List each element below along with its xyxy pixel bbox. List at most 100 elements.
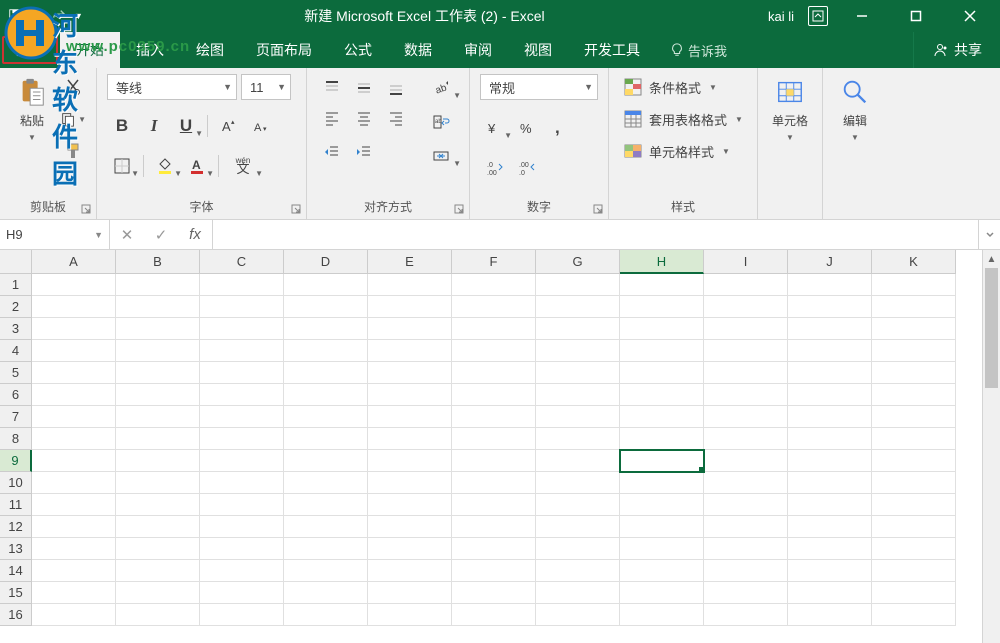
cell-I11[interactable] — [704, 494, 788, 516]
cell-C1[interactable] — [200, 274, 284, 296]
cell-C13[interactable] — [200, 538, 284, 560]
cell-F9[interactable] — [452, 450, 536, 472]
cell-G13[interactable] — [536, 538, 620, 560]
cell-H1[interactable] — [620, 274, 704, 296]
tab-review[interactable]: 审阅 — [448, 32, 508, 68]
cell-D2[interactable] — [284, 296, 368, 318]
cell-G4[interactable] — [536, 340, 620, 362]
cell-H7[interactable] — [620, 406, 704, 428]
cell-G5[interactable] — [536, 362, 620, 384]
cell-D9[interactable] — [284, 450, 368, 472]
cell-F2[interactable] — [452, 296, 536, 318]
dialog-launcher-icon[interactable] — [592, 203, 604, 215]
tab-home[interactable]: 开始 — [60, 32, 120, 68]
cell-A3[interactable] — [32, 318, 116, 340]
cell-F11[interactable] — [452, 494, 536, 516]
cell-K2[interactable] — [872, 296, 956, 318]
row-header-15[interactable]: 15 — [0, 582, 32, 604]
save-icon[interactable] — [8, 8, 22, 25]
cell-A15[interactable] — [32, 582, 116, 604]
row-header-6[interactable]: 6 — [0, 384, 32, 406]
undo-icon[interactable] — [30, 8, 44, 25]
cell-F14[interactable] — [452, 560, 536, 582]
cell-K6[interactable] — [872, 384, 956, 406]
cell-J11[interactable] — [788, 494, 872, 516]
maximize-button[interactable] — [896, 0, 936, 32]
cell-K5[interactable] — [872, 362, 956, 384]
cell-A10[interactable] — [32, 472, 116, 494]
cell-K10[interactable] — [872, 472, 956, 494]
cell-E2[interactable] — [368, 296, 452, 318]
cell-H11[interactable] — [620, 494, 704, 516]
cell-H14[interactable] — [620, 560, 704, 582]
cell-E1[interactable] — [368, 274, 452, 296]
cell-E14[interactable] — [368, 560, 452, 582]
paste-button[interactable]: 粘贴 ▼ — [10, 74, 54, 144]
cell-J12[interactable] — [788, 516, 872, 538]
decrease-font-button[interactable]: A▾ — [246, 112, 276, 140]
cell-C6[interactable] — [200, 384, 284, 406]
cell-D15[interactable] — [284, 582, 368, 604]
cell-E10[interactable] — [368, 472, 452, 494]
cell-A1[interactable] — [32, 274, 116, 296]
cell-J8[interactable] — [788, 428, 872, 450]
cell-J6[interactable] — [788, 384, 872, 406]
cell-E9[interactable] — [368, 450, 452, 472]
row-header-8[interactable]: 8 — [0, 428, 32, 450]
cell-G16[interactable] — [536, 604, 620, 626]
qat-dropdown-icon[interactable]: ▼ — [74, 11, 83, 21]
cell-K1[interactable] — [872, 274, 956, 296]
increase-indent-button[interactable] — [349, 138, 379, 166]
decrease-indent-button[interactable] — [317, 138, 347, 166]
tab-page-layout[interactable]: 页面布局 — [240, 32, 328, 68]
row-header-10[interactable]: 10 — [0, 472, 32, 494]
cell-C8[interactable] — [200, 428, 284, 450]
cell-H2[interactable] — [620, 296, 704, 318]
cell-D10[interactable] — [284, 472, 368, 494]
cell-B8[interactable] — [116, 428, 200, 450]
column-header-I[interactable]: I — [704, 250, 788, 274]
tab-devtools[interactable]: 开发工具 — [568, 32, 656, 68]
cell-A13[interactable] — [32, 538, 116, 560]
format-table-button[interactable]: 套用表格格式 ▼ — [619, 106, 747, 132]
cell-D6[interactable] — [284, 384, 368, 406]
cell-F6[interactable] — [452, 384, 536, 406]
cell-C10[interactable] — [200, 472, 284, 494]
cell-G9[interactable] — [536, 450, 620, 472]
cell-F5[interactable] — [452, 362, 536, 384]
cell-K7[interactable] — [872, 406, 956, 428]
cell-B12[interactable] — [116, 516, 200, 538]
cell-K16[interactable] — [872, 604, 956, 626]
cells-area[interactable] — [32, 274, 982, 643]
cell-K3[interactable] — [872, 318, 956, 340]
cell-C4[interactable] — [200, 340, 284, 362]
cell-C16[interactable] — [200, 604, 284, 626]
cell-H13[interactable] — [620, 538, 704, 560]
fill-color-button[interactable]: ▼ — [150, 152, 180, 180]
cell-K9[interactable] — [872, 450, 956, 472]
align-bottom-button[interactable] — [381, 74, 411, 102]
row-header-9[interactable]: 9 — [0, 450, 32, 472]
cell-H16[interactable] — [620, 604, 704, 626]
cell-E11[interactable] — [368, 494, 452, 516]
cell-J7[interactable] — [788, 406, 872, 428]
cell-D5[interactable] — [284, 362, 368, 384]
cell-C5[interactable] — [200, 362, 284, 384]
cell-I15[interactable] — [704, 582, 788, 604]
cell-A2[interactable] — [32, 296, 116, 318]
align-right-button[interactable] — [381, 104, 411, 132]
cell-D8[interactable] — [284, 428, 368, 450]
cell-I1[interactable] — [704, 274, 788, 296]
cell-B6[interactable] — [116, 384, 200, 406]
cell-I12[interactable] — [704, 516, 788, 538]
vertical-scrollbar[interactable]: ▲ — [982, 250, 1000, 643]
cell-G6[interactable] — [536, 384, 620, 406]
user-name[interactable]: kai li — [768, 9, 794, 24]
minimize-button[interactable] — [842, 0, 882, 32]
cell-I3[interactable] — [704, 318, 788, 340]
tab-data[interactable]: 数据 — [388, 32, 448, 68]
cell-J15[interactable] — [788, 582, 872, 604]
cell-J9[interactable] — [788, 450, 872, 472]
cell-D14[interactable] — [284, 560, 368, 582]
cell-A5[interactable] — [32, 362, 116, 384]
